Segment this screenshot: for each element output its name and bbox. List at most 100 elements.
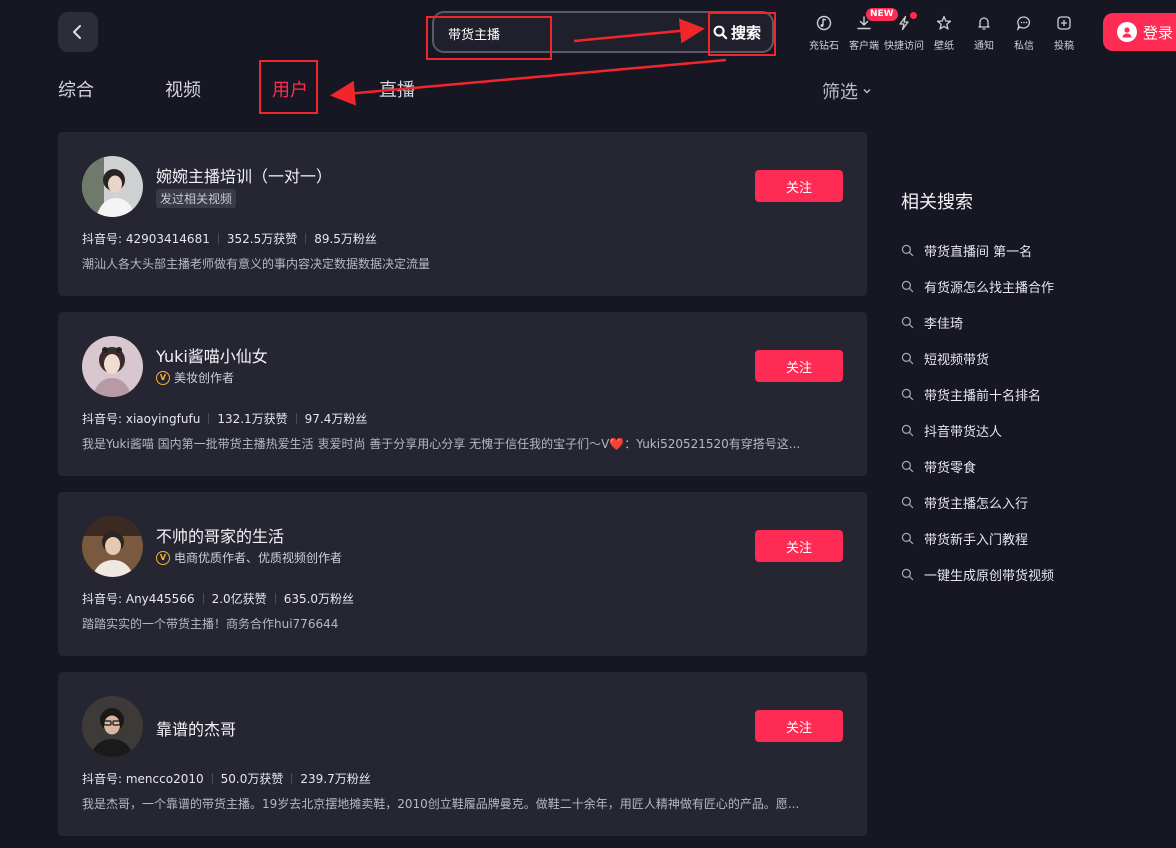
user-name[interactable]: 靠谱的杰哥 [156, 716, 236, 740]
likes-count: 132.1万获赞 [217, 412, 288, 426]
search-icon [713, 25, 728, 39]
related-search-label: 带货零食 [924, 460, 977, 476]
user-card[interactable]: 婉婉主播培训（一对一） 发过相关视频 关注 抖音号: 42903414681 3… [58, 132, 867, 296]
divider [211, 773, 213, 784]
toolbar-label: 投稿 [1054, 41, 1074, 52]
login-label: 登录 [1143, 23, 1174, 42]
user-name[interactable]: Yuki酱喵小仙女 [156, 343, 268, 367]
message-icon [1016, 16, 1030, 31]
diamond-icon [816, 15, 832, 31]
search-icon [901, 568, 914, 580]
search-input[interactable] [448, 23, 648, 43]
user-tag-row: V 美妆创作者 [156, 369, 234, 386]
toolbar-item-upload[interactable]: 投稿 [1044, 12, 1084, 52]
likes-count: 50.0万获赞 [220, 772, 284, 786]
related-searches: 相关搜索 带货直播间 第一名有货源怎么找主播合作 李佳琦短视频带货带货主播前十名排… [901, 188, 1054, 592]
divider [208, 413, 210, 424]
divider [202, 593, 204, 604]
login-button[interactable]: 登录 [1103, 13, 1176, 51]
tab-live[interactable]: 直播 [379, 76, 415, 102]
follow-button[interactable]: 关注 [755, 170, 843, 202]
toolbar-label: 客户端 [849, 41, 879, 52]
verified-label: 电商优质作者、优质视频创作者 [174, 551, 343, 565]
divider [291, 773, 293, 784]
related-search-item[interactable]: 带货零食 [901, 448, 1054, 484]
tab-all[interactable]: 综合 [58, 76, 94, 102]
follow-button[interactable]: 关注 [755, 710, 843, 742]
douyin-id: 抖音号: mencco2010 [82, 772, 204, 786]
avatar[interactable] [82, 336, 143, 397]
avatar[interactable] [82, 156, 143, 217]
search-icon [901, 352, 914, 364]
avatar[interactable] [82, 696, 143, 757]
search-icon [901, 496, 914, 508]
fans-count: 97.4万粉丝 [304, 412, 368, 426]
user-icon [1117, 22, 1137, 42]
toolbar-label: 通知 [974, 41, 994, 52]
tab-video[interactable]: 视频 [165, 76, 201, 102]
tab-user[interactable]: 用户 [272, 76, 308, 102]
related-search-item[interactable]: 抖音带货达人 [901, 412, 1054, 448]
search-icon [901, 532, 914, 544]
toolbar-item-wallpaper[interactable]: 壁纸 [924, 12, 964, 52]
related-search-label: 李佳琦 [924, 316, 964, 332]
user-tag-row: 发过相关视频 [156, 189, 237, 208]
verified-label: 美妆创作者 [174, 371, 235, 385]
user-bio: 我是杰哥，一个靠谱的带货主播。19岁去北京摆地摊卖鞋，2010创立鞋履品牌曼克。… [82, 797, 800, 811]
related-title: 相关搜索 [901, 192, 973, 213]
search-icon [901, 388, 914, 400]
related-video-tag: 发过相关视频 [156, 189, 237, 208]
toolbar-label: 壁纸 [934, 41, 954, 52]
related-search-item[interactable]: 一键生成原创带货视频 [901, 556, 1054, 592]
related-search-label: 带货新手入门教程 [924, 532, 1029, 548]
header-toolbar: 充钻石 NEW 客户端 快捷访问 壁纸 通知 私信 投稿 [804, 8, 1084, 52]
follow-button[interactable]: 关注 [755, 530, 843, 562]
search-icon [901, 424, 914, 436]
related-search-label: 有货源怎么找主播合作 [924, 280, 1055, 296]
related-search-label: 带货主播前十名排名 [924, 388, 1042, 404]
divider [305, 233, 307, 244]
related-search-item[interactable]: 短视频带货 [901, 340, 1054, 376]
chevron-down-icon [863, 89, 871, 94]
likes-count: 352.5万获赞 [226, 232, 298, 246]
divider [217, 233, 219, 244]
toolbar-item-notifications[interactable]: 通知 [964, 12, 1004, 52]
toolbar-item-client[interactable]: NEW 客户端 [844, 8, 898, 52]
follow-button[interactable]: 关注 [755, 350, 843, 382]
toolbar-item-quick-access[interactable]: 快捷访问 [884, 12, 924, 52]
user-card[interactable]: 不帅的哥家的生活 V 电商优质作者、优质视频创作者 关注 抖音号: Any445… [58, 492, 867, 656]
filter-dropdown[interactable]: 筛选 [822, 78, 872, 104]
toolbar-item-diamond[interactable]: 充钻石 [804, 12, 844, 52]
user-card[interactable]: Yuki酱喵小仙女 V 美妆创作者 关注 抖音号: xiaoyingfufu 1… [58, 312, 867, 476]
search-icon [901, 244, 914, 256]
user-bio: 我是Yuki酱喵 国内第一批带货主播热爱生活 衷爱时尚 善于分享用心分享 无愧于… [82, 437, 801, 451]
verified-icon: V [156, 550, 170, 565]
back-button[interactable] [58, 12, 98, 52]
user-bio: 潮汕人各大头部主播老师做有意义的事内容决定数据数据决定流量 [82, 257, 431, 271]
related-search-item[interactable]: 带货主播前十名排名 [901, 376, 1054, 412]
likes-count: 2.0亿获赞 [211, 592, 267, 606]
related-search-item[interactable]: 李佳琦 [901, 304, 1054, 340]
douyin-id: 抖音号: 42903414681 [82, 232, 210, 246]
avatar[interactable] [82, 516, 143, 577]
divider [274, 593, 276, 604]
douyin-id: 抖音号: xiaoyingfufu [82, 412, 201, 426]
toolbar-item-messages[interactable]: 私信 [1004, 12, 1044, 52]
user-card[interactable]: 靠谱的杰哥 关注 抖音号: mencco2010 50.0万获赞 239.7万粉… [58, 672, 867, 836]
upload-icon [1057, 16, 1071, 30]
fans-count: 239.7万粉丝 [300, 772, 371, 786]
search-button-label: 搜索 [730, 23, 761, 42]
user-stats: 抖音号: Any445566 2.0亿获赞 635.0万粉丝 [82, 590, 354, 607]
fans-count: 89.5万粉丝 [314, 232, 377, 246]
related-search-item[interactable]: 有货源怎么找主播合作 [901, 268, 1054, 304]
user-name[interactable]: 不帅的哥家的生活 [156, 523, 284, 547]
search-button[interactable]: 搜索 [706, 16, 768, 48]
user-name[interactable]: 婉婉主播培训（一对一） [156, 163, 332, 187]
user-tag-row: V 电商优质作者、优质视频创作者 [156, 549, 342, 566]
related-search-item[interactable]: 带货主播怎么入行 [901, 484, 1054, 520]
toolbar-label: 私信 [1014, 41, 1034, 52]
related-search-item[interactable]: 带货新手入门教程 [901, 520, 1054, 556]
related-search-item[interactable]: 带货直播间 第一名 [901, 232, 1054, 268]
related-search-label: 一键生成原创带货视频 [924, 568, 1055, 584]
verified-icon: V [156, 370, 170, 385]
